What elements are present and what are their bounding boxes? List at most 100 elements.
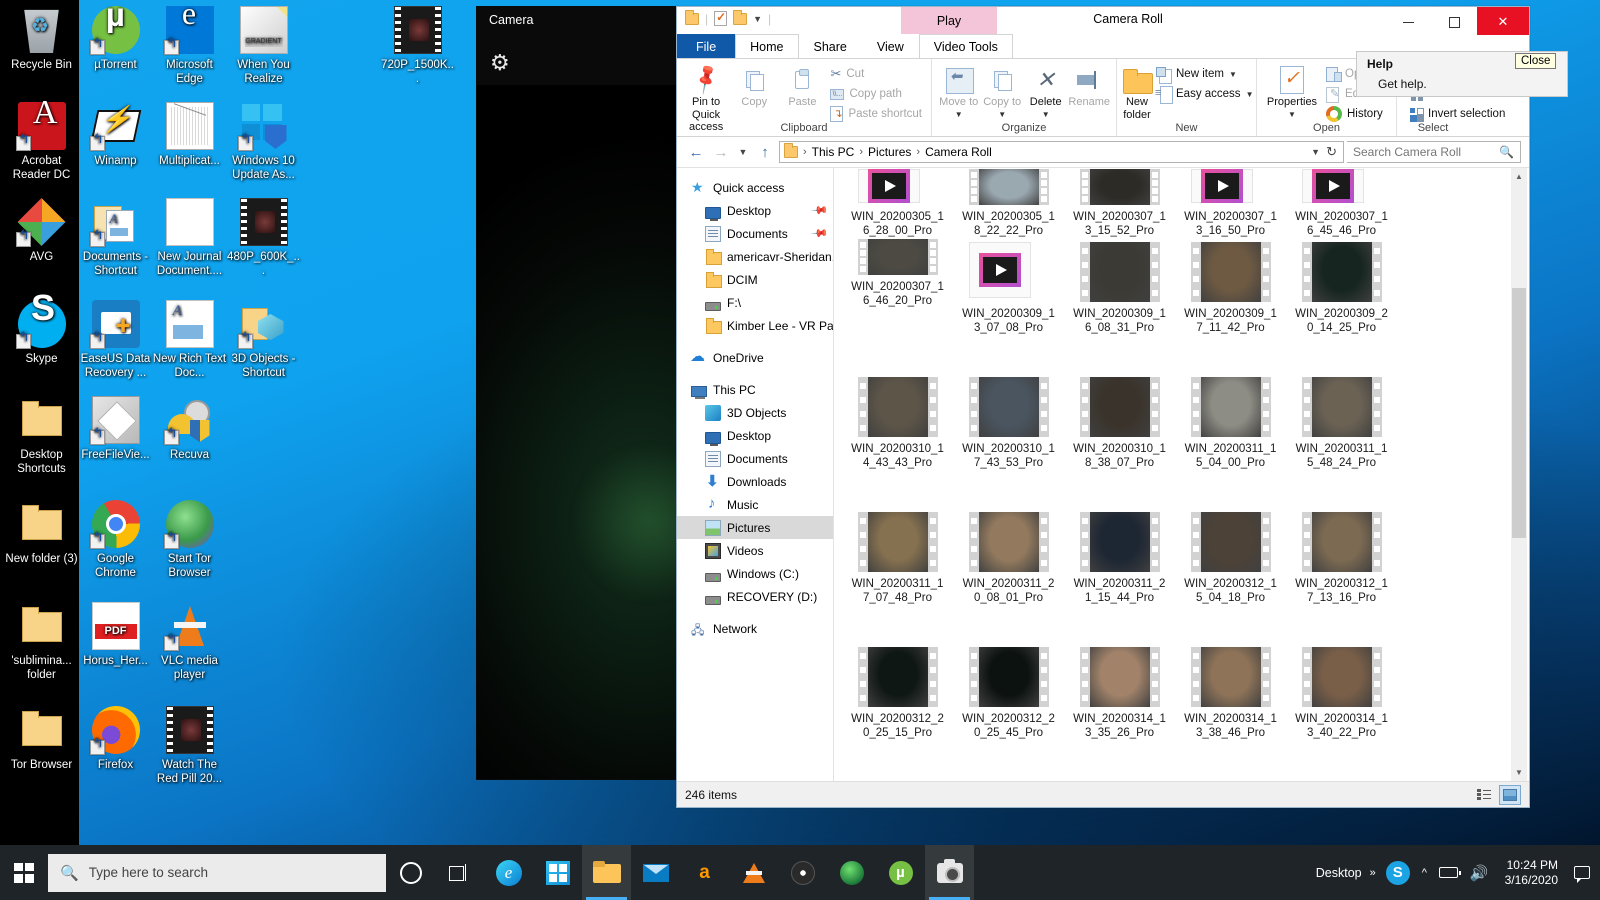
history-button[interactable]: History — [1323, 105, 1389, 123]
nav-item-this-pc[interactable]: This PC — [677, 378, 833, 401]
window-caption-buttons[interactable]: ✕ — [1385, 7, 1529, 37]
gear-icon[interactable]: ⚙ — [490, 52, 510, 74]
file-tile[interactable]: WIN_20200314_1 3_38_46_Pro — [1175, 643, 1286, 778]
nav-item-recovery-d[interactable]: RECOVERY (D:) — [677, 585, 833, 608]
scroll-down-icon[interactable]: ▼ — [1511, 764, 1527, 781]
file-tile[interactable]: WIN_20200311_1 7_07_48_Pro — [842, 508, 953, 643]
move-to-button[interactable]: Move to ▼ — [938, 62, 979, 121]
maximize-button[interactable] — [1431, 7, 1477, 37]
chevron-right-double-icon[interactable]: » — [1366, 845, 1380, 900]
taskbar-green-globe-icon[interactable] — [827, 845, 876, 900]
chevron-down-icon[interactable]: ▼ — [753, 14, 762, 24]
nav-item-windows-c[interactable]: Windows (C:) — [677, 562, 833, 585]
notifications-icon[interactable] — [1568, 845, 1596, 900]
nav-item-kimber-lee-vr-pac[interactable]: Kimber Lee - VR Pac — [677, 314, 833, 337]
new-folder-button[interactable]: New folder — [1123, 62, 1153, 121]
minimize-button[interactable] — [1385, 7, 1431, 37]
paste-button[interactable]: Paste — [779, 62, 825, 109]
file-tile[interactable]: WIN_20200310_1 4_43_43_Pro — [842, 373, 953, 508]
windows-start-icon[interactable] — [0, 845, 48, 900]
desktop-icon-utorrent[interactable]: µ µTorrent — [78, 0, 153, 73]
breadcrumb-this-pc[interactable]: This PC — [808, 145, 859, 159]
desktop-icon-freefileviewer[interactable]: FreeFileVie... — [78, 396, 153, 463]
copy-path-button[interactable]: \\... Copy path — [827, 85, 925, 103]
file-tile[interactable]: WIN_20200307_1 3_16_50_Pro — [1175, 168, 1286, 238]
desktop-icon-acrobat-reader[interactable]: A Acrobat Reader DC — [4, 96, 79, 182]
tab-view[interactable]: View — [861, 34, 919, 58]
file-tile[interactable]: WIN_20200307_1 6_45_46_Pro — [1286, 168, 1397, 238]
desktop-icon-rich-text-document[interactable]: A New Rich Text Doc... — [152, 300, 227, 380]
file-tile[interactable]: WIN_20200309_1 7_11_42_Pro — [1175, 238, 1286, 373]
taskbar-edge-icon[interactable]: e — [484, 845, 533, 900]
file-tile[interactable]: WIN_20200314_1 3_40_22_Pro — [1286, 643, 1397, 778]
desktop-icon-avg[interactable]: AVG — [4, 198, 79, 265]
tab-video-tools[interactable]: Video Tools — [918, 34, 1013, 58]
file-tile[interactable]: WIN_20200314_1 3_35_26_Pro — [1064, 643, 1175, 778]
taskbar-amazon-icon[interactable]: a — [680, 845, 729, 900]
desktop-icon-video-file[interactable]: 720P_1500K... — [380, 6, 455, 86]
desktop-icon-video-file[interactable]: 480P_600K_... — [226, 198, 301, 278]
search-box[interactable]: Search Camera Roll 🔍 — [1347, 141, 1521, 163]
contextual-tab-header[interactable]: Play — [901, 7, 997, 35]
help-flyout-get-help-item[interactable]: Get help. — [1378, 77, 1427, 91]
volume-icon[interactable]: 🔊 — [1464, 845, 1495, 900]
nav-item-pictures[interactable]: Pictures — [677, 516, 833, 539]
file-tile[interactable]: WIN_20200309_1 6_08_31_Pro — [1064, 238, 1175, 373]
file-tile[interactable]: WIN_20200312_1 5_04_18_Pro — [1175, 508, 1286, 643]
system-tray[interactable]: Desktop » S ^ 🔊 10:24 PM 3/16/2020 — [1312, 845, 1600, 900]
address-bar-row[interactable]: ← → ▼ ↑ › This PC › Pictures › Camera Ro… — [677, 137, 1529, 167]
file-tile[interactable]: WIN_20200305_1 8_22_22_Pro — [953, 168, 1064, 238]
desktop-icon-gradient-file[interactable]: GRADIENT When You Realize — [226, 6, 301, 86]
back-arrow-icon[interactable]: ← — [685, 141, 707, 163]
pin-icon[interactable]: 📌 — [811, 201, 830, 220]
explorer-title-bar[interactable]: | ▼ | Play Camera Roll ✕ — [677, 7, 1529, 37]
cortana-icon[interactable] — [386, 845, 435, 900]
clock[interactable]: 10:24 PM 3/16/2020 — [1495, 858, 1568, 888]
nav-item-music[interactable]: Music — [677, 493, 833, 516]
forward-arrow-icon[interactable]: → — [710, 141, 732, 163]
file-tile[interactable]: WIN_20200312_2 0_25_45_Pro — [953, 643, 1064, 778]
new-item-button[interactable]: New item ▼ — [1153, 65, 1256, 84]
invert-selection-button[interactable]: Invert selection — [1407, 105, 1508, 123]
chevron-down-icon[interactable]: ▼ — [998, 109, 1006, 122]
new-folder-icon[interactable] — [733, 9, 748, 25]
cut-button[interactable]: ✂ Cut — [827, 65, 925, 83]
nav-item-americavr-sheridan[interactable]: americavr-Sheridan. — [677, 245, 833, 268]
file-tile[interactable]: WIN_20200311_1 5_48_24_Pro — [1286, 373, 1397, 508]
desktop-icon-video-file[interactable]: Watch The Red Pill 20... — [152, 706, 227, 786]
recent-locations-icon[interactable]: ▼ — [735, 141, 751, 163]
easy-access-button[interactable]: Easy access ▼ — [1153, 85, 1256, 104]
paste-shortcut-button[interactable]: Paste shortcut — [827, 105, 925, 123]
desktop-icon-folder[interactable]: Desktop Shortcuts — [4, 396, 79, 476]
nav-item-quick-access[interactable]: Quick access — [677, 176, 833, 199]
file-tile[interactable]: WIN_20200311_1 5_04_00_Pro — [1175, 373, 1286, 508]
nav-item-dcim[interactable]: DCIM — [677, 268, 833, 291]
quick-access-toolbar[interactable]: | ▼ | — [685, 9, 771, 26]
file-tile[interactable]: WIN_20200316_1 7_06_12_Pro — [1064, 778, 1175, 781]
details-view-icon[interactable] — [1473, 785, 1495, 805]
desktop-icon-pdf[interactable]: PDF Horus_Her... — [78, 602, 153, 669]
nav-item-documents[interactable]: Documents — [677, 447, 833, 470]
search-input[interactable]: 🔍 Type here to search — [48, 853, 386, 892]
nav-item-videos[interactable]: Videos — [677, 539, 833, 562]
file-tile[interactable]: WIN_20200307_1 3_15_52_Pro — [1064, 168, 1175, 238]
nav-item-onedrive[interactable]: OneDrive — [677, 346, 833, 369]
tab-file[interactable]: File — [677, 34, 736, 58]
tab-home[interactable]: Home — [735, 34, 799, 58]
file-list-pane[interactable]: WIN_20200305_1 6_28_00_Pro WIN_20200305_1… — [834, 168, 1529, 781]
desktop-icon-firefox[interactable]: Firefox — [78, 706, 153, 773]
address-bar[interactable]: › This PC › Pictures › Camera Roll ▼ ↻ — [779, 141, 1344, 163]
chevron-down-icon[interactable]: ▼ — [1288, 109, 1296, 122]
nav-item-documents[interactable]: Documents 📌 — [677, 222, 833, 245]
nav-item-f[interactable]: F:\ — [677, 291, 833, 314]
desktop-icon-folder[interactable]: 'sublimina... folder — [4, 602, 79, 682]
file-tile[interactable]: WIN_20200310_1 8_38_07_Pro — [1064, 373, 1175, 508]
skype-tray-icon[interactable]: S — [1380, 845, 1416, 900]
desktop-icon-3d-objects-folder[interactable]: 3D Objects - Shortcut — [226, 300, 301, 380]
file-tile[interactable]: WIN_20200310_1 7_43_53_Pro — [953, 373, 1064, 508]
tab-share[interactable]: Share — [798, 34, 862, 58]
desktop-icon-windows-update[interactable]: Windows 10 Update As... — [226, 102, 301, 182]
chevron-down-icon[interactable]: ▼ — [1311, 147, 1320, 157]
desktop-icon-image-file[interactable]: Multiplicat... — [152, 102, 227, 169]
desktop-icon-skype[interactable]: S Skype — [4, 290, 79, 367]
